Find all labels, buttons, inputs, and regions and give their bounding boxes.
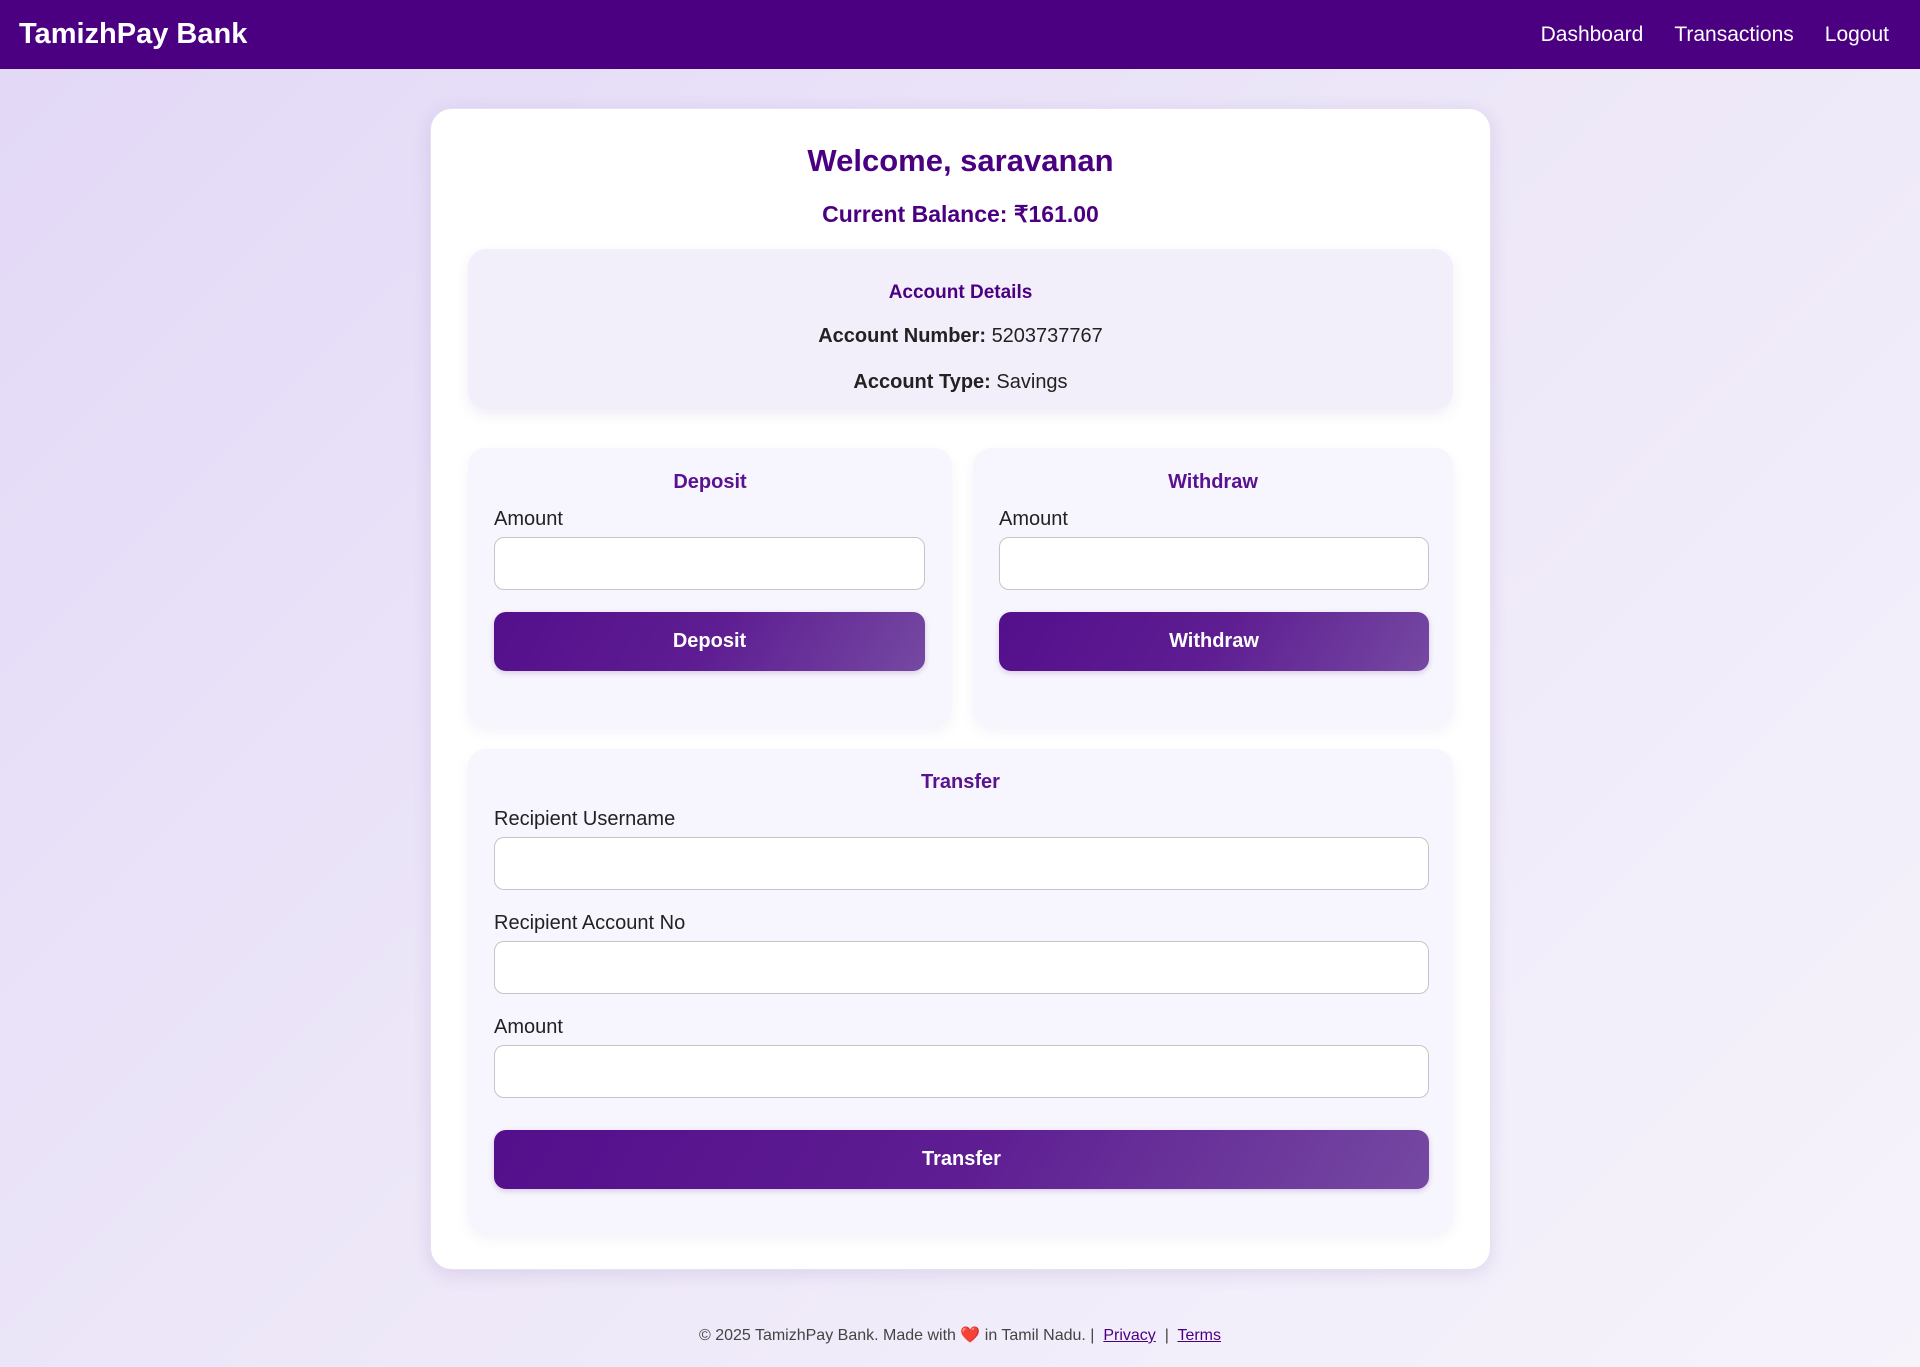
account-number-label: Account Number:: [818, 325, 986, 347]
transfer-amount-label: Amount: [494, 1016, 563, 1038]
brand-logo[interactable]: TamizhPay Bank: [19, 18, 247, 51]
nav-links: Dashboard Transactions Logout: [1541, 23, 1901, 47]
recipient-account-label: Recipient Account No: [494, 912, 686, 934]
withdraw-title: Withdraw: [1168, 471, 1258, 493]
dashboard-card: Welcome, saravanan Current Balance: ₹161…: [430, 108, 1491, 1270]
recipient-username-label: Recipient Username: [494, 808, 676, 830]
account-number-row: Account Number: 5203737767: [468, 325, 1453, 348]
welcome-heading: Welcome, saravanan: [807, 143, 1114, 178]
account-type-value: Savings: [996, 371, 1068, 393]
page-footer: © 2025 TamizhPay Bank. Made with ❤️ in T…: [0, 1325, 1920, 1345]
recipient-account-input[interactable]: [494, 941, 1429, 994]
deposit-title: Deposit: [673, 471, 747, 493]
nav-link-transactions[interactable]: Transactions: [1674, 23, 1793, 47]
transfer-button[interactable]: Transfer: [494, 1130, 1429, 1189]
account-type-label: Account Type:: [853, 371, 991, 393]
transfer-amount-input[interactable]: [494, 1045, 1429, 1098]
deposit-amount-input[interactable]: [494, 537, 925, 590]
withdraw-button[interactable]: Withdraw: [999, 612, 1429, 671]
privacy-link[interactable]: Privacy: [1103, 1327, 1155, 1344]
footer-separator: |: [1164, 1327, 1169, 1344]
deposit-panel: Deposit Amount Deposit: [468, 448, 952, 726]
terms-link[interactable]: Terms: [1177, 1327, 1221, 1344]
nav-link-dashboard[interactable]: Dashboard: [1541, 23, 1644, 47]
current-balance: Current Balance: ₹161.00: [822, 201, 1099, 227]
account-number-value: 5203737767: [991, 325, 1103, 347]
transfer-panel: Transfer Recipient Username Recipient Ac…: [468, 749, 1453, 1233]
account-details-panel: Account Details Account Number: 52037377…: [468, 249, 1453, 409]
footer-copyright: © 2025 TamizhPay Bank. Made with: [698, 1327, 956, 1344]
transfer-title: Transfer: [921, 771, 1000, 793]
nav-link-logout[interactable]: Logout: [1825, 23, 1889, 47]
withdraw-amount-input[interactable]: [999, 537, 1429, 590]
account-details-title: Account Details: [888, 282, 1033, 303]
recipient-username-input[interactable]: [494, 837, 1429, 890]
withdraw-panel: Withdraw Amount Withdraw: [973, 448, 1453, 726]
footer-location: in Tamil Nadu. |: [984, 1327, 1095, 1344]
heart-icon: ❤️: [960, 1327, 981, 1344]
top-navbar: TamizhPay Bank Dashboard Transactions Lo…: [0, 0, 1920, 69]
withdraw-amount-label: Amount: [999, 508, 1068, 530]
deposit-amount-label: Amount: [494, 508, 563, 530]
account-type-row: Account Type: Savings: [468, 371, 1453, 394]
deposit-button[interactable]: Deposit: [494, 612, 925, 671]
